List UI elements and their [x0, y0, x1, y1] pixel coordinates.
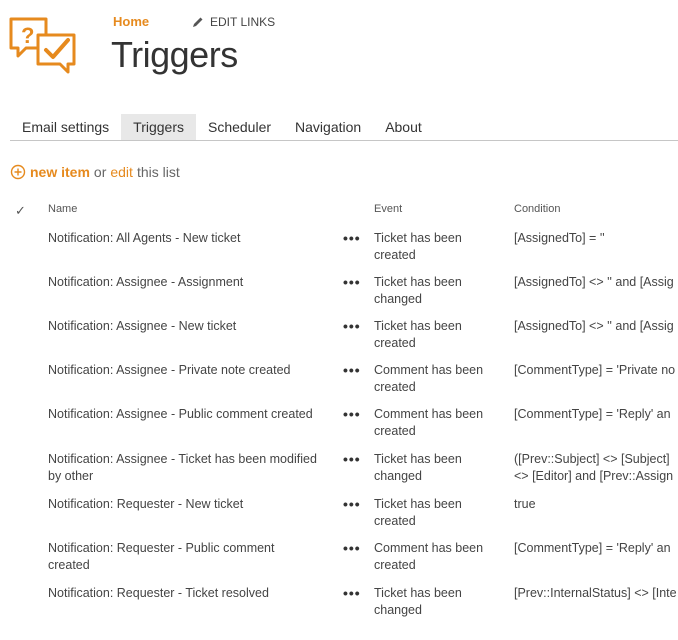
new-item-link[interactable]: new item — [30, 164, 90, 180]
row-condition: [AssignedTo] = '' — [514, 231, 605, 245]
row-condition: [AssignedTo] <> '' and [Assig — [514, 319, 674, 333]
ellipsis-icon[interactable]: ••• — [343, 586, 361, 600]
row-name-link[interactable]: Notification: All Agents - New ticket — [48, 230, 318, 247]
pencil-icon — [193, 17, 203, 27]
tab-scheduler[interactable]: Scheduler — [196, 114, 283, 140]
this-list-text: this list — [136, 164, 180, 180]
tab-about[interactable]: About — [373, 114, 434, 140]
ellipsis-icon[interactable]: ••• — [343, 275, 361, 289]
row-condition: [AssignedTo] <> '' and [Assig — [514, 275, 674, 289]
edit-list-link[interactable]: edit — [110, 164, 133, 180]
ellipsis-icon[interactable]: ••• — [343, 497, 361, 511]
row-name-link[interactable]: Notification: Requester - New ticket — [48, 496, 318, 513]
column-header-name[interactable]: Name — [48, 203, 77, 215]
row-condition: true — [514, 497, 536, 511]
edit-links-label: EDIT LINKS — [210, 15, 276, 29]
row-name-link[interactable]: Notification: Assignee - Assignment — [48, 274, 318, 291]
row-event: Ticket has been changed — [374, 586, 462, 617]
row-condition: [CommentType] = 'Reply' an — [514, 541, 671, 555]
ellipsis-icon[interactable]: ••• — [343, 363, 361, 377]
tab-bar: Email settings Triggers Scheduler Naviga… — [10, 114, 678, 141]
row-event: Comment has been created — [374, 407, 484, 438]
row-event: Ticket has been changed — [374, 275, 462, 306]
row-event: Comment has been created — [374, 541, 484, 572]
ellipsis-icon[interactable]: ••• — [343, 231, 361, 245]
select-all-checkmark-icon[interactable]: ✓ — [15, 203, 26, 219]
row-event: Ticket has been created — [374, 231, 462, 262]
edit-links-button[interactable]: EDIT LINKS — [192, 15, 275, 29]
page-title: Triggers — [111, 34, 238, 75]
column-header-condition[interactable]: Condition — [514, 203, 560, 215]
row-condition: [CommentType] = 'Private no — [514, 363, 676, 377]
ellipsis-icon[interactable]: ••• — [343, 541, 361, 555]
row-name-link[interactable]: Notification: Assignee - Private note cr… — [48, 362, 318, 379]
breadcrumb-home-link[interactable]: Home — [113, 14, 149, 29]
row-name-link[interactable]: Notification: Requester - Public comment… — [48, 540, 318, 574]
row-event: Ticket has been created — [374, 319, 462, 350]
list-actions: new item or edit this list — [10, 164, 180, 180]
row-event: Comment has been created — [374, 363, 484, 394]
column-header-event[interactable]: Event — [374, 203, 402, 215]
tab-triggers[interactable]: Triggers — [121, 114, 196, 140]
row-condition: ([Prev::Subject] <> [Subject] <> [Editor… — [514, 452, 674, 483]
row-event: Ticket has been changed — [374, 452, 462, 483]
svg-text:?: ? — [21, 23, 34, 48]
row-name-link[interactable]: Notification: Requester - Ticket resolve… — [48, 585, 318, 602]
or-text: or — [93, 164, 107, 180]
ellipsis-icon[interactable]: ••• — [343, 407, 361, 421]
tab-navigation[interactable]: Navigation — [283, 114, 373, 140]
row-condition: [Prev::InternalStatus] <> [Inte — [514, 586, 677, 600]
row-condition: [CommentType] = 'Reply' an — [514, 407, 671, 421]
row-name-link[interactable]: Notification: Assignee - Ticket has been… — [48, 451, 318, 485]
ellipsis-icon[interactable]: ••• — [343, 319, 361, 333]
table-header: ✓ Name Event Condition — [0, 200, 678, 218]
tab-email-settings[interactable]: Email settings — [10, 114, 121, 140]
row-name-link[interactable]: Notification: Assignee - New ticket — [48, 318, 318, 335]
row-event: Ticket has been created — [374, 497, 462, 528]
ellipsis-icon[interactable]: ••• — [343, 452, 361, 466]
help-desk-logo-icon: ? — [9, 17, 76, 74]
plus-circle-icon[interactable] — [10, 164, 26, 180]
row-name-link[interactable]: Notification: Assignee - Public comment … — [48, 406, 318, 423]
